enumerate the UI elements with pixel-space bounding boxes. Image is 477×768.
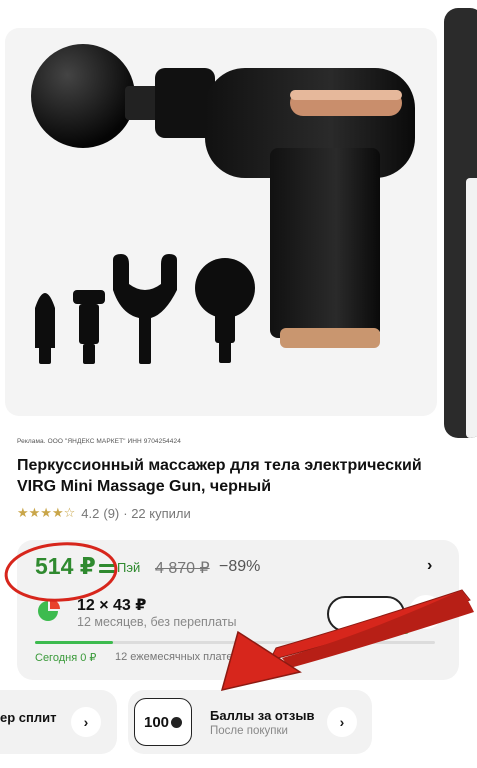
review-points-chip[interactable]: 100 Баллы за отзыв После покупки › <box>128 690 372 754</box>
rating-stars-icon: ★★★★☆ <box>17 505 76 520</box>
massage-gun-image <box>31 44 415 364</box>
rating-value: 4.2 <box>81 505 100 521</box>
old-price: 4 870 ₽ <box>155 560 210 577</box>
current-price: 514 ₽ <box>35 553 96 579</box>
next-image-preview <box>466 178 477 438</box>
split-logo-icon <box>38 599 60 621</box>
payment-progress <box>35 641 435 644</box>
points-badge: 100 <box>134 698 192 746</box>
split-chip[interactable]: ер сплит › <box>0 690 117 754</box>
points-label: Баллы за отзыв <box>210 708 315 723</box>
pay-label: Пэй <box>117 560 141 575</box>
chevron-right-icon[interactable]: › <box>71 707 101 737</box>
points-subtitle: После покупки <box>210 725 288 737</box>
reviews-count: (9) <box>103 505 120 521</box>
bought-count: · 22 купили <box>123 505 191 521</box>
chevron-right-icon[interactable]: › <box>427 557 432 575</box>
discount-badge: −89% <box>219 558 261 575</box>
coin-icon <box>171 716 183 728</box>
settings-sliders-icon[interactable]: ⚙ <box>409 595 443 629</box>
product-image-card[interactable] <box>5 28 437 416</box>
split-chip-label: ер сплит <box>0 710 57 725</box>
ad-disclaimer: Реклама. ООО "ЯНДЕКС МАРКЕТ" ИНН 9704254… <box>17 438 181 445</box>
toggle-badge <box>397 620 409 634</box>
split-subtitle: 12 месяцев, без переплаты <box>77 615 237 629</box>
next-image-card[interactable] <box>444 8 477 438</box>
chevron-right-icon[interactable]: › <box>327 707 357 737</box>
price-card[interactable]: 514 ₽ Пэй 4 870 ₽ −89% › 12 × 43 ₽ 12 ме… <box>17 540 459 680</box>
split-toggle[interactable] <box>327 596 409 634</box>
today-amount: Сегодня 0 ₽ <box>35 652 97 664</box>
product-title[interactable]: Перкуссионный массажер для тела электрич… <box>17 455 457 497</box>
points-value: 100 <box>143 713 170 731</box>
pay-card-icon <box>99 564 115 573</box>
monthly-payments: 12 ежемесячных плате <box>115 651 233 663</box>
rating-row[interactable]: ★★★★☆ 4.2 (9) · 22 купили <box>17 505 191 521</box>
split-amount: 12 × 43 ₽ <box>77 597 147 614</box>
